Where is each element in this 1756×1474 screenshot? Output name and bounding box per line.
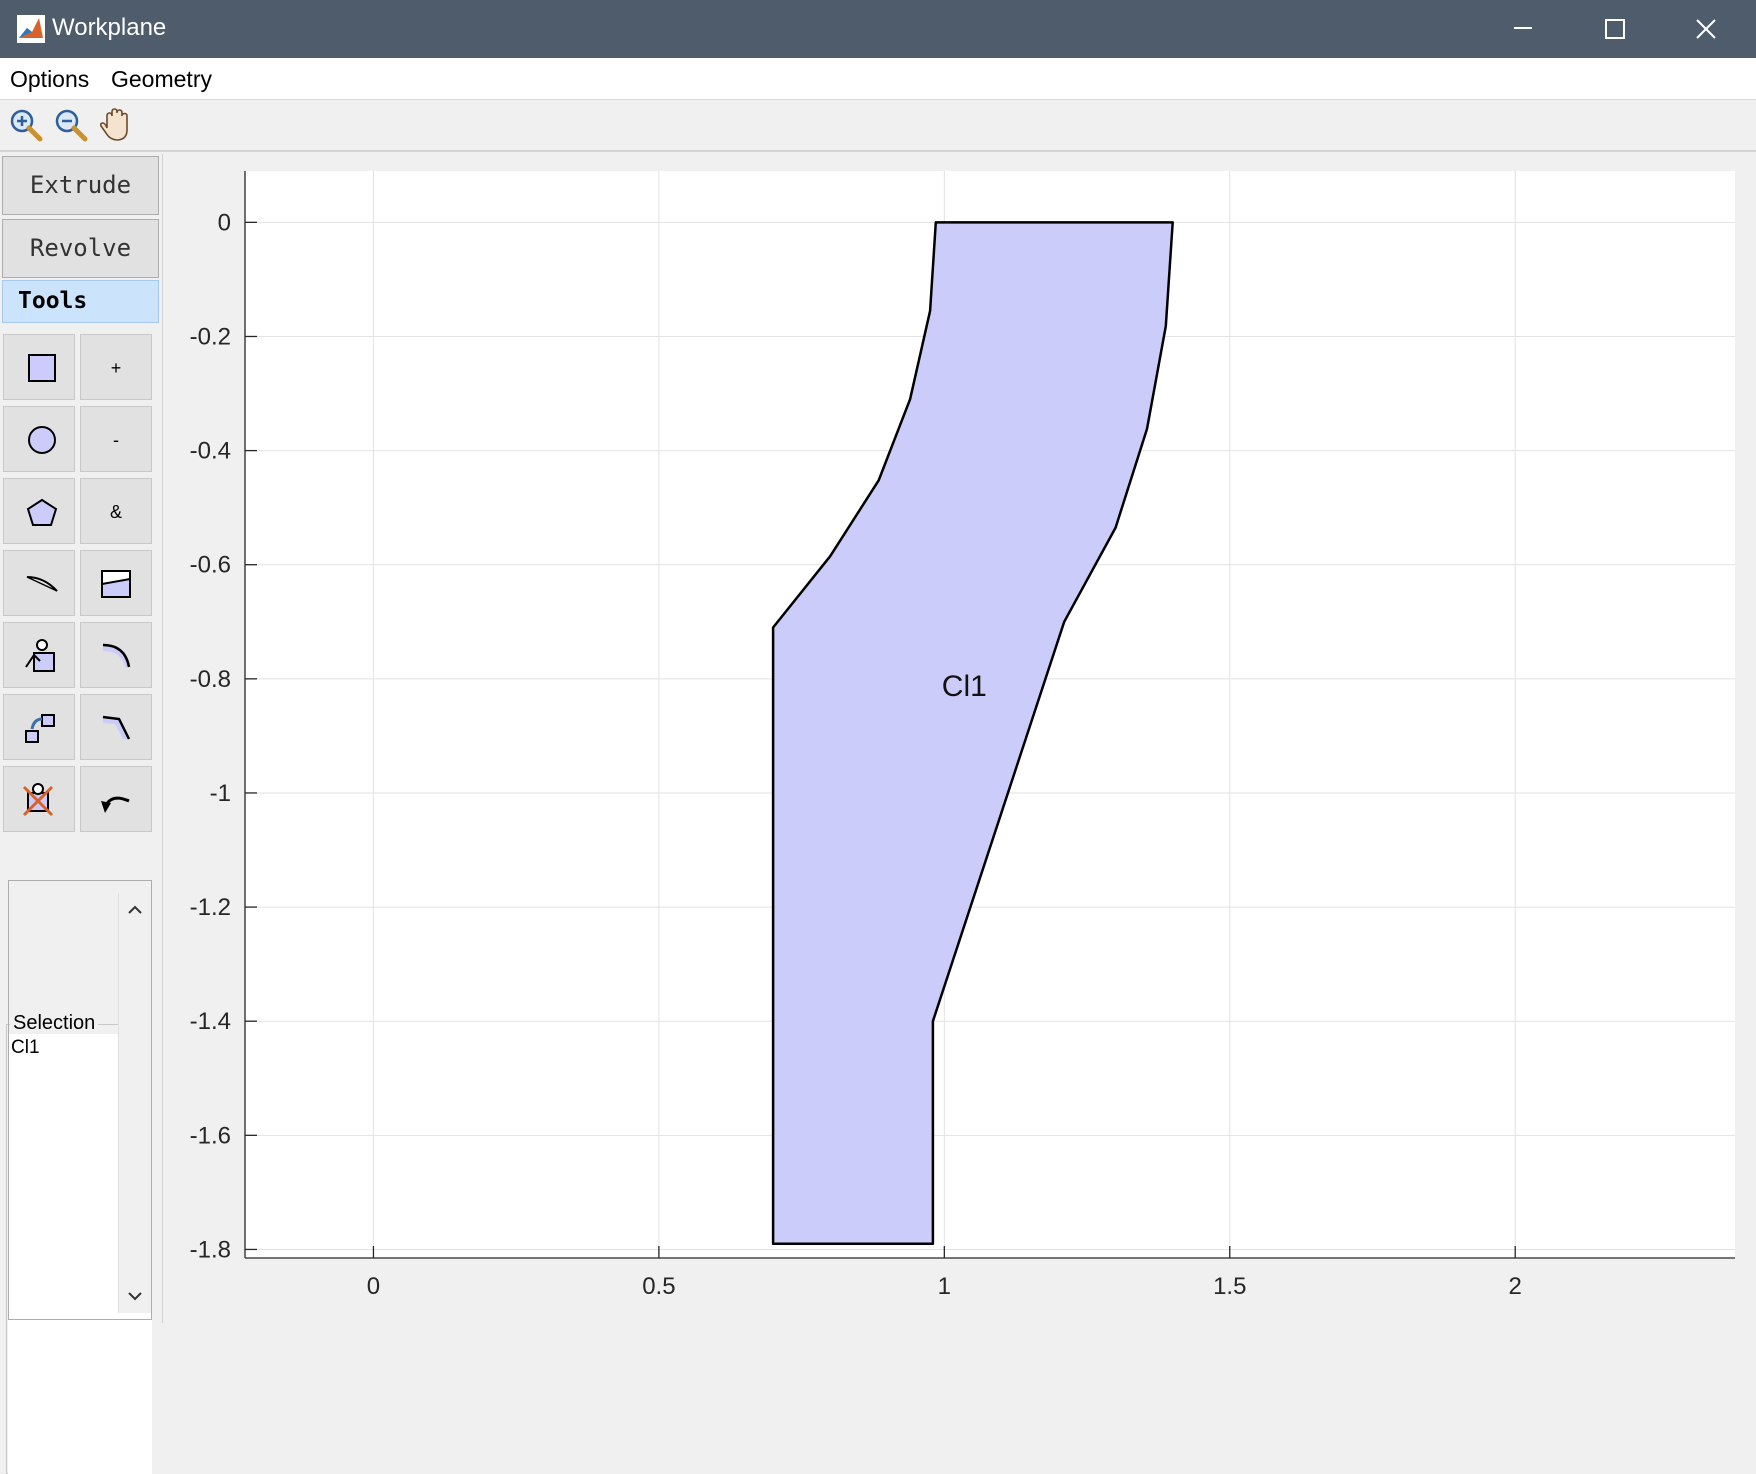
- move-tool[interactable]: [3, 694, 75, 760]
- y-tick-label: -1.2: [190, 894, 231, 921]
- fillet-tool[interactable]: [80, 622, 152, 688]
- rectangle-icon: [28, 354, 56, 382]
- close-icon: [1696, 19, 1716, 39]
- minimize-icon: [1514, 27, 1532, 29]
- toolbar: [0, 100, 1756, 152]
- zoom-in-icon: [10, 109, 43, 142]
- y-tick-label: -0.6: [190, 552, 231, 579]
- x-tick-label: 0: [367, 1273, 380, 1300]
- plot-area[interactable]: 0 0.5 1 1.5 2 0 -0.2 -0.4 -0.6 -0.8 -1 -1.2 -1.4 -1.6…: [162, 154, 1756, 1323]
- difference-label: -: [113, 430, 119, 450]
- x-tick-label: 1: [938, 1273, 951, 1300]
- x-tick-label: 0.5: [642, 1273, 675, 1300]
- circle-icon: [28, 426, 56, 454]
- intersection-tool[interactable]: &: [80, 478, 152, 544]
- chamfer-tool[interactable]: [80, 694, 152, 760]
- shape-label: Cl1: [942, 670, 987, 703]
- difference-tool[interactable]: -: [80, 406, 152, 472]
- move-icon: [25, 714, 55, 743]
- extrude-button[interactable]: Extrude: [2, 156, 159, 215]
- union-label: +: [110, 358, 122, 378]
- transform-tool[interactable]: [3, 622, 75, 688]
- x-tick-label: 2: [1509, 1273, 1522, 1300]
- delete-icon: [22, 783, 54, 817]
- matlab-app-icon: [17, 15, 45, 43]
- pan-hand-icon: [99, 108, 128, 141]
- undo-icon: [101, 796, 130, 813]
- revolve-button[interactable]: Revolve: [2, 219, 159, 278]
- chamfer-icon: [102, 715, 131, 740]
- y-tick-label: -0.8: [190, 666, 231, 693]
- y-tick-label: -1.4: [190, 1008, 231, 1035]
- zoom-out-icon: [55, 109, 88, 142]
- selection-item[interactable]: Cl1: [11, 1037, 40, 1059]
- selection-scrollbar[interactable]: [118, 893, 151, 1313]
- y-tick-label: -1.8: [190, 1236, 231, 1263]
- fillet-icon: [102, 643, 131, 668]
- x-tick-label: 1.5: [1213, 1273, 1246, 1300]
- intersection-label: &: [109, 502, 122, 522]
- menu-bar: Options Geometry: [0, 58, 1756, 100]
- y-tick-label: 0: [218, 209, 231, 236]
- workplane-window: Workplane Options Geometry Extrude Revol…: [0, 0, 1756, 1474]
- y-tick-label: -0.2: [190, 323, 231, 350]
- pan-button[interactable]: [97, 106, 137, 146]
- close-button[interactable]: [1660, 0, 1752, 58]
- maximize-icon: [1605, 19, 1625, 39]
- menu-geometry[interactable]: Geometry: [111, 66, 212, 93]
- transform-icon: [25, 639, 55, 672]
- polygon-tool[interactable]: [3, 478, 75, 544]
- y-tick-label: -0.4: [190, 438, 231, 465]
- line-tool[interactable]: [3, 550, 75, 616]
- window-title: Workplane: [52, 14, 167, 41]
- workplane-axes[interactable]: 0 0.5 1 1.5 2 0 -0.2 -0.4 -0.6 -0.8 -1 -1.2 -1.4 -1.6…: [163, 154, 1756, 1323]
- undo-tool[interactable]: [80, 766, 152, 832]
- scroll-up-icon[interactable]: [119, 893, 151, 923]
- union-tool[interactable]: +: [80, 334, 152, 400]
- menu-options[interactable]: Options: [10, 66, 89, 93]
- scroll-down-icon[interactable]: [119, 1283, 151, 1313]
- zoom-in-button[interactable]: [6, 106, 46, 146]
- maximize-button[interactable]: [1568, 0, 1660, 58]
- selection-label: Selection: [10, 1012, 99, 1035]
- split-icon: [101, 570, 131, 598]
- tools-tab[interactable]: Tools: [2, 280, 159, 323]
- line-icon: [26, 576, 58, 592]
- title-bar[interactable]: Workplane: [0, 0, 1756, 58]
- split-tool[interactable]: [80, 550, 152, 616]
- zoom-out-button[interactable]: [51, 106, 91, 146]
- circle-tool[interactable]: [3, 406, 75, 472]
- y-tick-label: -1: [210, 780, 231, 807]
- minimize-button[interactable]: [1476, 0, 1568, 58]
- y-tick-label: -1.6: [190, 1122, 231, 1149]
- polygon-icon: [26, 498, 58, 526]
- rectangle-tool[interactable]: [3, 334, 75, 400]
- delete-tool[interactable]: [3, 766, 75, 832]
